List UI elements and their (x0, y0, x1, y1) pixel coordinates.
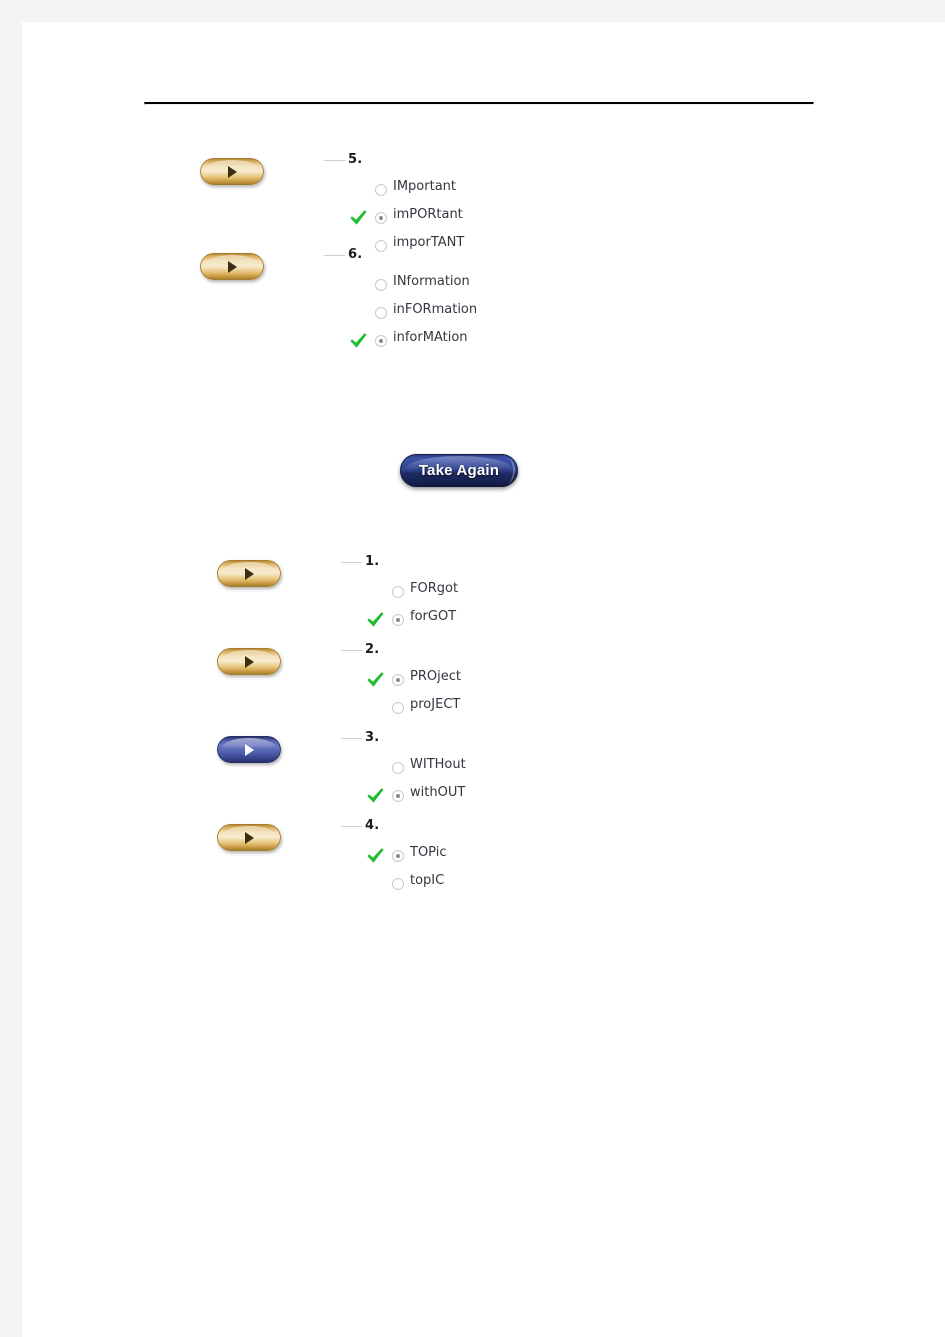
question-number: 4. (365, 818, 380, 833)
play-arrow-icon (245, 831, 254, 844)
option-label: withOUT (410, 785, 466, 800)
play-arrow-icon (228, 165, 237, 178)
option-row[interactable]: withOUT (39, 784, 945, 812)
question-leader-line (341, 738, 362, 739)
option-label: INformation (393, 274, 470, 289)
option-list: INformation inFORmation inforMAtion (22, 273, 945, 357)
question-block: 2. PROject proJECT (39, 642, 945, 730)
option-row[interactable]: proJECT (39, 696, 945, 724)
page-canvas: 5. IMportant imPORtant imporTANT 6. INformati… (22, 22, 945, 1337)
option-label: forGOT (410, 609, 457, 624)
green-check-glyph (367, 848, 384, 863)
option-row[interactable]: PROject (39, 668, 945, 696)
radio-button[interactable] (375, 335, 387, 347)
option-row[interactable]: FORgot (39, 580, 945, 608)
option-row[interactable]: IMportant (22, 178, 945, 206)
radio-button[interactable] (392, 762, 404, 774)
question-block: 5. IMportant imPORtant imporTANT (22, 152, 945, 252)
question-number: 2. (365, 642, 380, 657)
top-divider (144, 102, 814, 105)
play-arrow-icon (228, 260, 237, 273)
option-label: PROject (410, 669, 461, 684)
option-row[interactable]: WITHout (39, 756, 945, 784)
option-list: PROject proJECT (39, 668, 945, 724)
correct-check-icon (366, 611, 385, 629)
option-list: FORgot forGOT (39, 580, 945, 636)
play-arrow-icon (245, 655, 254, 668)
question-block: 1. FORgot forGOT (39, 554, 945, 642)
green-check-glyph (350, 210, 367, 225)
question-block: 4. TOPic topIC (39, 818, 945, 906)
green-check-glyph (367, 612, 384, 627)
option-row[interactable]: inforMAtion (22, 329, 945, 357)
question-number: 1. (365, 554, 380, 569)
question-block: 6. INformation inFORmation inforMAtion (22, 247, 945, 348)
radio-button[interactable] (392, 790, 404, 802)
play-arrow-icon (245, 567, 254, 580)
question-number: 6. (348, 247, 363, 262)
take-again-container: Take Again (400, 454, 518, 487)
radio-button[interactable] (375, 184, 387, 196)
green-check-glyph (367, 788, 384, 803)
option-row[interactable]: imPORtant (22, 206, 945, 234)
option-label: proJECT (410, 697, 461, 712)
question-leader-line (324, 255, 345, 256)
option-label: inforMAtion (393, 330, 468, 345)
option-label: imPORtant (393, 207, 463, 222)
quiz-results-part-1: 5. IMportant imPORtant imporTANT 6. INformati… (22, 152, 945, 348)
radio-button[interactable] (392, 586, 404, 598)
play-arrow-icon (245, 743, 254, 756)
correct-check-icon (349, 332, 368, 350)
option-label: WITHout (410, 757, 466, 772)
radio-button[interactable] (392, 674, 404, 686)
option-label: inFORmation (393, 302, 478, 317)
question-leader-line (341, 826, 362, 827)
question-block: 3. WITHout withOUT (39, 730, 945, 818)
radio-button[interactable] (392, 850, 404, 862)
radio-button[interactable] (375, 307, 387, 319)
option-row[interactable]: topIC (39, 872, 945, 900)
radio-button[interactable] (392, 878, 404, 890)
option-row[interactable]: forGOT (39, 608, 945, 636)
option-list: TOPic topIC (39, 844, 945, 900)
option-label: IMportant (393, 179, 457, 194)
option-list: WITHout withOUT (39, 756, 945, 812)
radio-button[interactable] (375, 212, 387, 224)
option-label: FORgot (410, 581, 459, 596)
question-leader-line (324, 160, 345, 161)
question-number: 5. (348, 152, 363, 167)
correct-check-icon (349, 209, 368, 227)
take-again-button[interactable]: Take Again (400, 454, 518, 487)
question-leader-line (341, 650, 362, 651)
green-check-glyph (367, 672, 384, 687)
quiz-results-part-2: 1. FORgot forGOT 2. PROject proJECT 3. WITHout w… (39, 554, 945, 906)
option-label: TOPic (410, 845, 447, 860)
option-row[interactable]: INformation (22, 273, 945, 301)
option-label: topIC (410, 873, 445, 888)
take-again-label: Take Again (418, 462, 500, 479)
option-row[interactable]: TOPic (39, 844, 945, 872)
green-check-glyph (350, 333, 367, 348)
radio-button[interactable] (392, 702, 404, 714)
question-leader-line (341, 562, 362, 563)
correct-check-icon (366, 787, 385, 805)
correct-check-icon (366, 847, 385, 865)
question-number: 3. (365, 730, 380, 745)
correct-check-icon (366, 671, 385, 689)
option-row[interactable]: inFORmation (22, 301, 945, 329)
radio-button[interactable] (375, 279, 387, 291)
radio-button[interactable] (392, 614, 404, 626)
